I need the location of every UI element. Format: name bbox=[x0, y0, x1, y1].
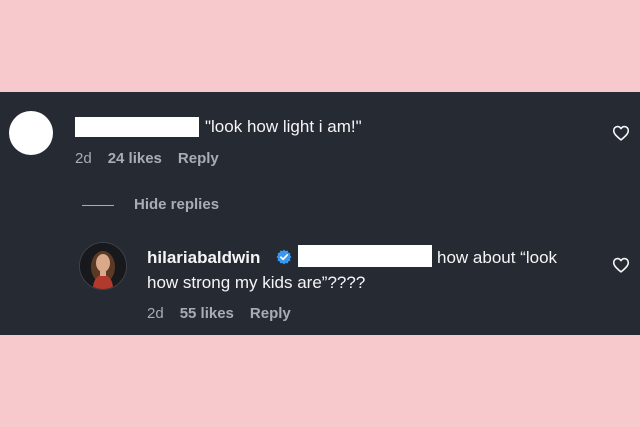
comment-likes-link[interactable]: 24 likes bbox=[108, 150, 162, 167]
comment-meta: 2d 24 likes Reply bbox=[75, 150, 219, 167]
reply-button[interactable]: Reply bbox=[250, 305, 291, 322]
commenter-avatar[interactable] bbox=[9, 111, 53, 155]
reply-likes-link[interactable]: 55 likes bbox=[180, 305, 234, 322]
reply-meta: 2d 55 likes Reply bbox=[147, 305, 291, 322]
heart-outline-icon[interactable] bbox=[612, 257, 630, 273]
comment-time: 2d bbox=[75, 150, 92, 167]
hide-replies-divider bbox=[82, 205, 114, 206]
hide-replies-button[interactable]: Hide replies bbox=[134, 196, 219, 213]
redacted-mention bbox=[298, 245, 432, 267]
heart-outline-icon[interactable] bbox=[612, 125, 630, 141]
hilariabaldwin-avatar[interactable] bbox=[79, 242, 127, 290]
reply-username-link[interactable]: hilariabaldwin bbox=[147, 248, 260, 268]
comment-text: "look how light i am!" bbox=[205, 117, 362, 136]
reply-text-line1: how about “look bbox=[437, 248, 558, 267]
reply-time: 2d bbox=[147, 305, 164, 322]
redacted-username bbox=[75, 117, 199, 137]
verified-badge-icon bbox=[276, 249, 292, 265]
reply-text-line2: how strong my kids are”???? bbox=[147, 273, 366, 292]
comments-panel: "look how light i am!" 2d 24 likes Reply… bbox=[0, 92, 640, 335]
reply-button[interactable]: Reply bbox=[178, 150, 219, 167]
